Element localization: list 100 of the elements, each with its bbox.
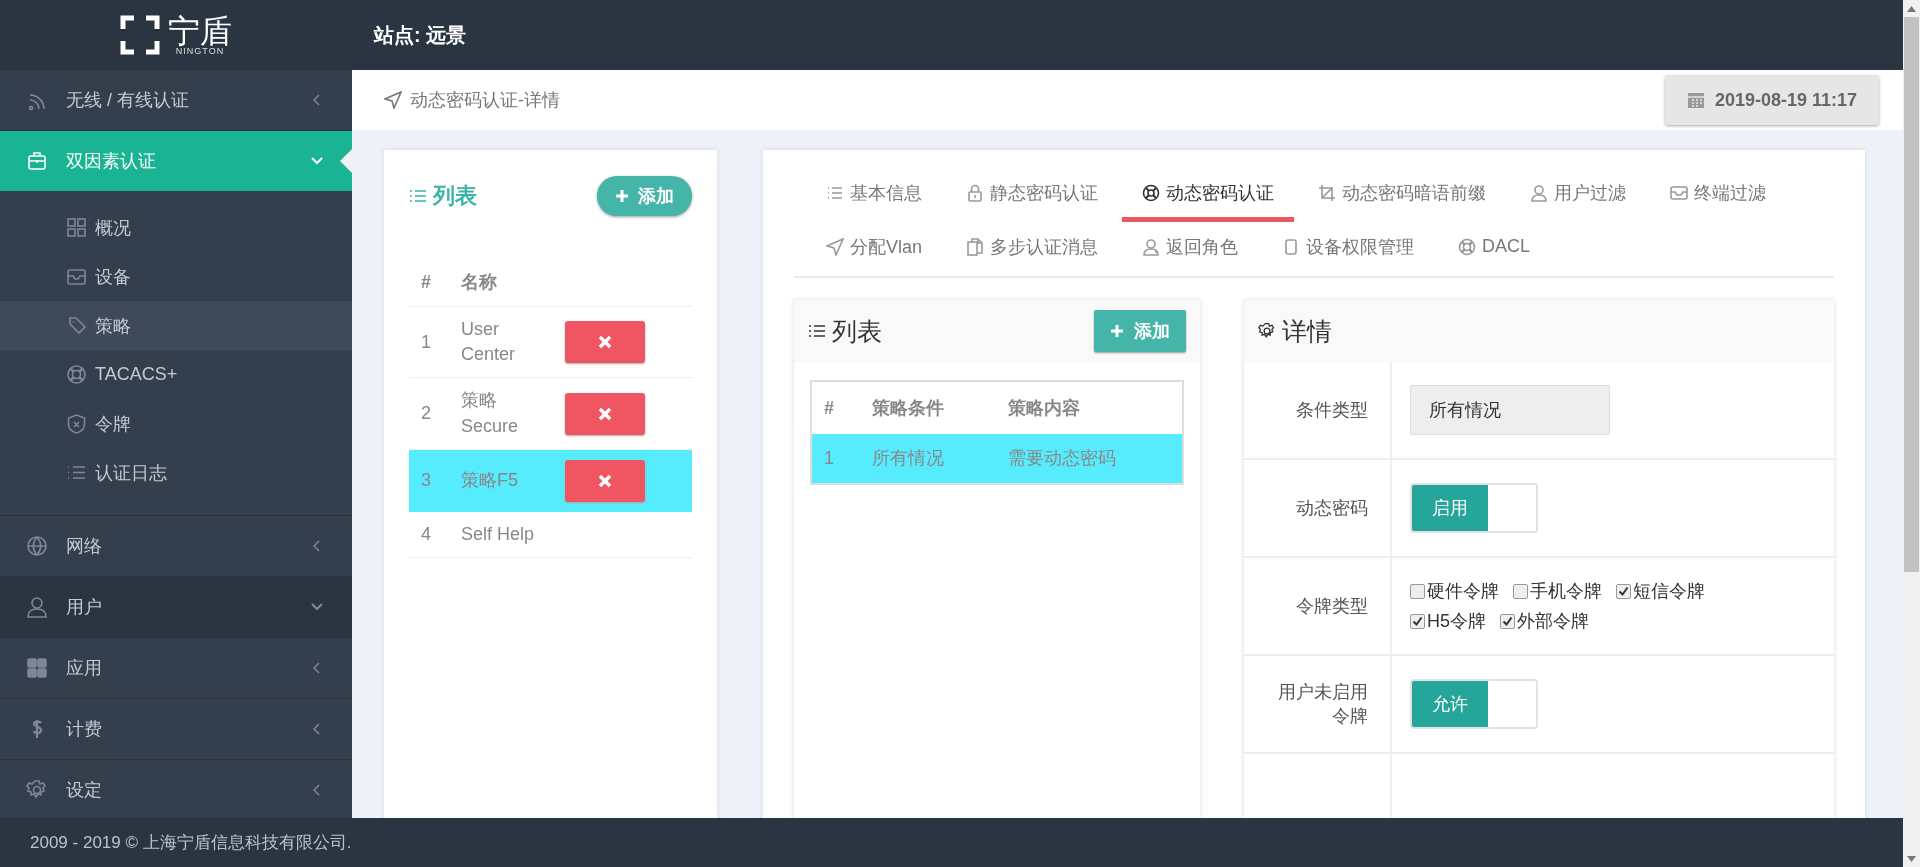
toggle-switch[interactable]: 允许 — [1410, 679, 1538, 729]
column-header: 策略条件 — [860, 381, 996, 434]
list-icon — [409, 188, 427, 204]
policy-row[interactable]: 1 User Center — [409, 306, 692, 378]
table-cell: 需要动态密码 — [995, 434, 1183, 485]
sidebar-item[interactable]: 用户 — [0, 577, 352, 638]
gear-icon — [26, 779, 48, 801]
tab[interactable]: 多步认证消息 — [946, 222, 1119, 276]
lifebuoy-icon — [1142, 183, 1160, 202]
scroll-down-icon — [1907, 855, 1916, 862]
tab[interactable]: 用户过滤 — [1510, 168, 1646, 222]
checkbox-label: 短信令牌 — [1633, 580, 1705, 603]
checkbox[interactable] — [1410, 613, 1425, 629]
column-header: # — [409, 258, 449, 307]
lock-icon — [966, 183, 984, 202]
date-badge: 2019-08-19 11:17 — [1664, 75, 1879, 125]
checkbox[interactable] — [1616, 583, 1631, 599]
checkbox-label: 手机令牌 — [1530, 580, 1602, 603]
column-header: 策略内容 — [995, 381, 1183, 434]
panel-title: 列表 — [433, 182, 477, 210]
close-icon — [598, 473, 612, 488]
table-cell: 所有情况 — [860, 434, 996, 485]
lifebuoy-icon — [66, 364, 87, 385]
field-label: 用户未启用令牌 — [1277, 681, 1368, 728]
tab[interactable]: 静态密码认证 — [946, 168, 1118, 222]
checkbox[interactable] — [1410, 583, 1425, 599]
plus-icon — [615, 189, 629, 203]
calendar-icon — [1686, 91, 1705, 109]
row-number: 4 — [409, 511, 449, 558]
tag-icon — [66, 315, 87, 336]
field-label: 令牌类型 — [1296, 595, 1368, 618]
field-label: 条件类型 — [1296, 399, 1368, 422]
shield-icon — [66, 413, 87, 434]
row-number: 2 — [409, 377, 449, 450]
briefcase-icon — [26, 150, 48, 172]
checkbox[interactable] — [1513, 583, 1528, 599]
logo-text: 宁盾 — [168, 14, 232, 47]
tab[interactable]: 基本信息 — [806, 168, 942, 222]
page-title: 动态密码认证-详情 — [410, 89, 560, 112]
tab[interactable]: 返回角色 — [1122, 222, 1259, 276]
list-icon — [808, 323, 826, 339]
submenu-item[interactable]: 策略 — [0, 301, 352, 350]
plus-icon — [1110, 324, 1124, 338]
policy-name: Self Help — [449, 511, 553, 558]
submenu-item[interactable]: 令牌 — [0, 399, 352, 448]
tab[interactable]: DACL — [1438, 222, 1551, 276]
row-number: 1 — [409, 306, 449, 378]
checkbox-label: 硬件令牌 — [1427, 580, 1499, 603]
tab[interactable]: 动态密码认证 — [1122, 168, 1294, 222]
submenu-item[interactable]: 设备 — [0, 252, 352, 301]
submenu-item[interactable]: TACACS+ — [0, 350, 352, 399]
site-label: 站点: 远景 — [374, 22, 467, 48]
add-button[interactable]: 添加 — [597, 176, 692, 216]
crop-icon — [1318, 183, 1336, 202]
policy-row[interactable]: 3 策略F5 — [409, 449, 692, 512]
delete-button[interactable] — [565, 392, 645, 435]
toggle-switch[interactable]: 启用 — [1410, 483, 1538, 533]
close-icon — [598, 406, 612, 421]
inbox-icon — [66, 266, 87, 287]
tab[interactable]: 分配Vlan — [806, 222, 943, 276]
send-icon — [826, 237, 844, 256]
column-header: 名称 — [449, 258, 553, 307]
gear-icon — [1258, 322, 1276, 340]
row-number: 3 — [409, 449, 449, 512]
panel-title: 列表 — [832, 315, 882, 347]
users-icon — [1142, 237, 1161, 256]
user-icon — [26, 596, 48, 618]
policy-row[interactable]: 2 策略 Secure — [409, 377, 692, 450]
policy-row[interactable]: 4 Self Help — [409, 511, 692, 558]
sidebar-item[interactable]: 双因素认证 — [0, 131, 352, 191]
copyright-text: 2009 - 2019 © 上海宁盾信息科技有限公司. — [30, 832, 352, 854]
sidebar-item[interactable]: 计费 — [0, 699, 352, 760]
logo-subtext: NINGTON — [175, 46, 225, 56]
scrollbar-thumb[interactable] — [1904, 17, 1919, 572]
sidebar-item[interactable]: 应用 — [0, 638, 352, 699]
grid-icon — [66, 217, 87, 238]
delete-button[interactable] — [565, 321, 645, 364]
globe-icon — [26, 535, 48, 557]
column-header: # — [811, 381, 861, 434]
tab[interactable]: 终端过滤 — [1650, 168, 1786, 222]
submenu-item[interactable]: 概况 — [0, 203, 352, 252]
close-icon — [598, 335, 612, 350]
delete-button[interactable] — [565, 459, 645, 502]
field-label: 动态密码 — [1296, 497, 1368, 520]
lifebuoy-icon — [1458, 237, 1477, 256]
grid-icon — [26, 657, 48, 679]
panel-title: 详情 — [1282, 315, 1332, 347]
scroll-up-icon — [1907, 5, 1916, 12]
checkbox[interactable] — [1500, 613, 1515, 629]
tab[interactable]: 动态密码暗语前缀 — [1298, 168, 1506, 222]
add-button[interactable]: 添加 — [1094, 310, 1186, 352]
policy-name: 策略F5 — [449, 449, 553, 512]
rule-row[interactable]: 1 所有情况 需要动态密码 — [811, 434, 1183, 485]
submenu-item[interactable]: 认证日志 — [0, 448, 352, 497]
send-icon — [384, 91, 402, 109]
tab[interactable]: 设备权限管理 — [1262, 222, 1435, 276]
copy-icon — [966, 237, 985, 256]
policy-name: 策略 Secure — [449, 377, 553, 450]
condition-field: 所有情况 — [1410, 385, 1610, 435]
checkbox-label: H5令牌 — [1427, 610, 1486, 633]
